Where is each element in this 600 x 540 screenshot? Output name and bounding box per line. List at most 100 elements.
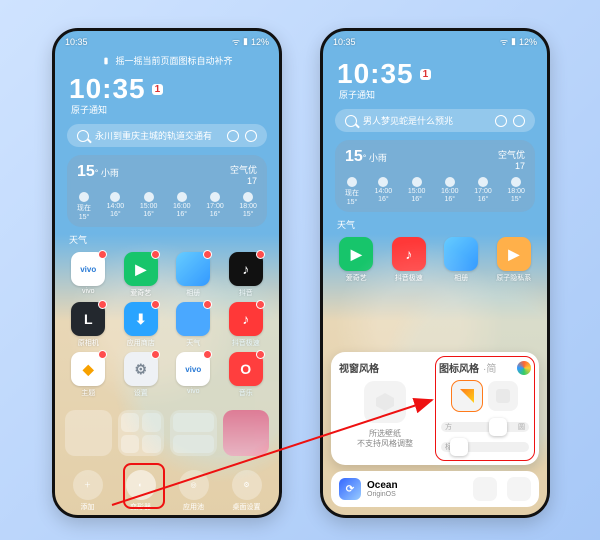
slider-shape-knob[interactable] — [489, 418, 507, 436]
app-icon: ◆ — [71, 352, 105, 386]
clock-day: 1 — [420, 69, 432, 80]
weather-aq-value: 17 — [515, 161, 525, 171]
dock-icon: ⚙ — [232, 470, 262, 500]
weather-temp: 15 — [345, 148, 363, 165]
app-label: 主题 — [81, 388, 95, 398]
weather-hour-icon — [412, 177, 422, 187]
app-icon: ▶ — [124, 252, 158, 286]
edit-dock: ＋添加◐变形器◎应用池⚙桌面设置 — [55, 464, 279, 518]
app-原子隐私系[interactable]: ▶原子隐私系 — [489, 237, 540, 283]
hexagon-icon — [374, 391, 396, 413]
panel-right: 图标风格·简 方 圆 标准 — [439, 360, 531, 457]
app-icon: vivo — [71, 252, 105, 286]
weather-hour-icon — [378, 177, 388, 187]
search-bar[interactable]: 男人梦见蛇是什么预兆 — [335, 109, 535, 132]
weather-hour-icon — [445, 177, 455, 187]
app-label: 音乐 — [239, 388, 253, 398]
origin-bar[interactable]: ⟳ Ocean OriginOS — [331, 471, 539, 507]
color-picker-icon[interactable] — [517, 361, 531, 375]
app-icon: L — [71, 302, 105, 336]
app-grid: ▶爱奇艺♪抖音极速相册 ▶原子隐私系 — [323, 235, 547, 285]
dock-icon: ＋ — [73, 470, 103, 500]
slider-size-knob[interactable] — [450, 438, 468, 456]
statusbar: 10:35 ᯤ ▮ 12% — [55, 31, 279, 52]
app-icon — [444, 237, 478, 271]
statusbar: 10:35 ᯤ ▮ 12% — [323, 31, 547, 52]
voice-icon[interactable] — [513, 115, 525, 127]
widget-shape-1[interactable] — [65, 410, 112, 456]
app-icon: ⚙ — [124, 352, 158, 386]
clock-widget[interactable]: 10:35 1 — [323, 58, 547, 90]
app-label: 相册 — [454, 273, 468, 283]
app-原相机[interactable]: L 原相机 — [63, 302, 114, 348]
weather-widget[interactable]: 15° 小雨 空气优 17 现在15°14:0016°15:0016°16:00… — [67, 155, 267, 227]
weather-hours: 现在15°14:0016°15:0016°16:0016°17:0016°18:… — [77, 192, 257, 221]
app-label: 爱奇艺 — [346, 273, 367, 283]
dock-label: 应用池 — [183, 502, 204, 512]
app-爱奇艺[interactable]: ▶ 爱奇艺 — [116, 252, 167, 298]
slider-shape[interactable]: 方 圆 — [441, 422, 529, 432]
widget-shape-2[interactable] — [118, 410, 165, 456]
status-right: ᯤ ▮ 12% — [232, 35, 269, 48]
dock-添加[interactable]: ＋添加 — [73, 470, 103, 512]
dock-桌面设置[interactable]: ⚙桌面设置 — [232, 470, 262, 512]
app-label: 抖音极速 — [232, 338, 260, 348]
clock-time: 10:35 — [337, 58, 414, 90]
widget-shapes[interactable] — [55, 406, 279, 460]
clock-widget[interactable]: 10:35 1 — [55, 73, 279, 105]
app-抖音极速[interactable]: ♪抖音极速 — [384, 237, 435, 283]
voice-icon[interactable] — [245, 130, 257, 142]
tip-text: 摇一摇当前页面图标自动补齐 — [115, 54, 232, 67]
battery-text: 12% — [251, 37, 269, 47]
app-相册[interactable]: 相册 — [168, 252, 219, 298]
app-vivo[interactable]: vivovivo — [168, 352, 219, 398]
origin-thumb-1[interactable] — [473, 477, 497, 501]
origin-thumb-2[interactable] — [507, 477, 531, 501]
app-抖音[interactable]: ♪抖音 — [221, 252, 272, 298]
app-爱奇艺[interactable]: ▶爱奇艺 — [331, 237, 382, 283]
app-音乐[interactable]: O音乐 — [221, 352, 272, 398]
weather-hour-icon — [511, 177, 521, 187]
app-icon: ⬇ — [124, 302, 158, 336]
scan-icon[interactable] — [227, 130, 239, 142]
app-label: 爱奇艺 — [130, 288, 151, 298]
app-主题[interactable]: ◆ 主题 — [63, 352, 114, 398]
app-icon: ♪ — [229, 302, 263, 336]
phone-left: 10:35 ᯤ ▮ 12% 摇一摇当前页面图标自动补齐 10:35 1 原子通知… — [52, 28, 282, 518]
icon-style-option-2[interactable] — [488, 381, 518, 411]
app-天气[interactable]: 天气 — [168, 302, 219, 348]
app-label: 原相机 — [78, 338, 99, 348]
signal-icon: ▮ — [243, 36, 248, 47]
window-style-preset[interactable] — [364, 381, 406, 423]
weather-aq-label: 空气优 — [498, 150, 525, 160]
search-icon — [345, 115, 357, 127]
weather-hour-icon — [243, 192, 253, 202]
app-相册[interactable]: 相册 — [436, 237, 487, 283]
status-right: ᯤ ▮ 12% — [500, 35, 537, 48]
panel-right-sub: ·简 — [483, 360, 496, 375]
clock-sub: 原子通知 — [323, 88, 547, 101]
weather-cond: 小雨 — [369, 153, 387, 163]
widget-shape-3[interactable] — [170, 410, 217, 456]
dock-应用池[interactable]: ◎应用池 — [179, 470, 209, 512]
app-设置[interactable]: ⚙设置 — [116, 352, 167, 398]
weather-widget[interactable]: 15° 小雨 空气优 17 现在15°14:0016°15:0016°16:00… — [335, 140, 535, 212]
origin-title: Ocean — [367, 481, 398, 491]
app-应用商店[interactable]: ⬇应用商店 — [116, 302, 167, 348]
weather-hour-icon — [347, 177, 357, 187]
search-bar[interactable]: 永川到重庆主城的轨道交通有 — [67, 124, 267, 147]
origin-sub: OriginOS — [367, 491, 398, 498]
slider-size[interactable]: 标准 — [441, 442, 529, 452]
app-vivo[interactable]: vivo vivo — [63, 252, 114, 298]
icon-style-option-1[interactable] — [452, 381, 482, 411]
status-time: 10:35 — [333, 37, 356, 47]
scan-icon[interactable] — [495, 115, 507, 127]
widget-figure[interactable] — [223, 410, 270, 456]
app-label: vivo — [82, 288, 94, 295]
clock-day: 1 — [152, 84, 164, 95]
status-time: 10:35 — [65, 37, 88, 47]
app-抖音极速[interactable]: ♪ 抖音极速 — [221, 302, 272, 348]
tip-bar: 摇一摇当前页面图标自动补齐 — [55, 54, 279, 67]
app-label: 抖音极速 — [395, 273, 423, 283]
clock-time: 10:35 — [69, 73, 146, 105]
